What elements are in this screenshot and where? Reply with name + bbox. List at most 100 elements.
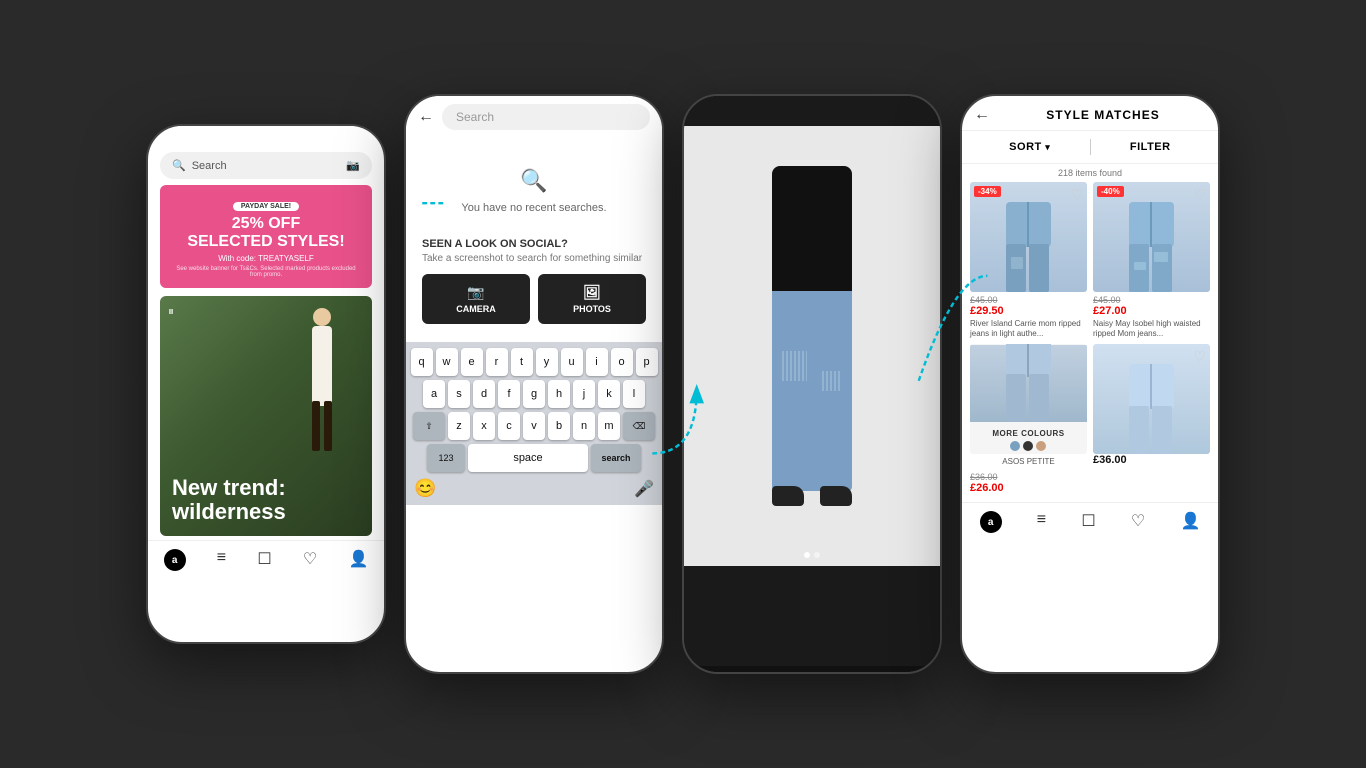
camera-button[interactable]: 📷 CAMERA — [422, 274, 530, 324]
figure-leg-left — [312, 401, 320, 451]
key-c[interactable]: c — [498, 412, 520, 440]
color-dot-blue[interactable] — [1010, 441, 1020, 451]
key-n[interactable]: n — [573, 412, 595, 440]
key-j[interactable]: j — [573, 380, 595, 408]
key-q[interactable]: q — [411, 348, 433, 376]
keyboard: q w e r t y u i o p a s d f g h j k l — [406, 342, 662, 505]
sort-button[interactable]: SORT ▾ — [974, 137, 1086, 157]
nav-wishlist-4[interactable]: ♡ — [1131, 511, 1145, 533]
product-1-wishlist[interactable]: ♡ — [1070, 186, 1083, 203]
keyboard-row-1: q w e r t y u i o p — [410, 348, 658, 376]
jeans-svg-2 — [1124, 202, 1179, 292]
keyboard-row-3: ⇧ z x c v b n m ⌫ — [410, 412, 658, 440]
promo-banner: PAYDAY SALE! 25% OFF SELECTED STYLES! Wi… — [160, 185, 372, 288]
model-jeans — [772, 291, 852, 491]
product-3-orig-price: £36.00 — [970, 472, 1087, 482]
nav-account-1[interactable]: 👤 — [348, 549, 368, 571]
search-label-1[interactable]: Search — [192, 160, 227, 172]
photo-indicator — [804, 552, 820, 558]
jeans-svg-4 — [1124, 364, 1179, 454]
camera-dark-bottom — [684, 566, 940, 666]
key-backspace[interactable]: ⌫ — [623, 412, 655, 440]
color-dot-tan[interactable] — [1036, 441, 1046, 451]
key-s[interactable]: s — [448, 380, 470, 408]
keyboard-row-4: 123 space search — [410, 444, 658, 472]
color-dot-black[interactable] — [1023, 441, 1033, 451]
key-r[interactable]: r — [486, 348, 508, 376]
key-o[interactable]: o — [611, 348, 633, 376]
key-u[interactable]: u — [561, 348, 583, 376]
product-4-wishlist[interactable]: ♡ — [1193, 348, 1206, 365]
photos-button[interactable]: 🖼 PHOTOS — [538, 274, 646, 324]
nav-bag-4[interactable]: ☐ — [1081, 511, 1095, 533]
promo-code: With code: TREATYASELF — [170, 254, 362, 263]
camera-icon-1[interactable]: 📷 — [346, 159, 360, 172]
photo-preview — [684, 126, 940, 566]
key-search[interactable]: search — [591, 444, 641, 472]
nav-bag-1[interactable]: ☐ — [257, 549, 271, 571]
key-v[interactable]: v — [523, 412, 545, 440]
key-g[interactable]: g — [523, 380, 545, 408]
discount-text: 25% OFF SELECTED STYLES! — [170, 215, 362, 250]
more-colors-label: MORE COLOURS — [992, 429, 1064, 438]
back-icon-2[interactable]: ← — [418, 108, 434, 126]
jeans-svg-1 — [1001, 202, 1056, 292]
key-shift[interactable]: ⇧ — [413, 412, 445, 440]
key-z[interactable]: z — [448, 412, 470, 440]
page-title-4: STYLE MATCHES — [1000, 108, 1206, 122]
sort-chevron: ▾ — [1045, 142, 1050, 152]
social-title: SEEN A LOOK ON SOCIAL? — [422, 238, 646, 250]
key-space[interactable]: space — [468, 444, 588, 472]
product-1-sale-price: £29.50 — [970, 305, 1087, 317]
nav-menu-4[interactable]: ≡ — [1037, 511, 1046, 533]
key-m[interactable]: m — [598, 412, 620, 440]
color-dots — [1010, 441, 1046, 451]
emoji-key[interactable]: 😊 — [414, 478, 436, 499]
key-y[interactable]: y — [536, 348, 558, 376]
product-3-brand: ASOS PETITE — [970, 454, 1087, 469]
nav-account-4[interactable]: 👤 — [1180, 511, 1200, 533]
model-shirt — [772, 166, 852, 296]
key-t[interactable]: t — [511, 348, 533, 376]
search-bar-1[interactable]: 🔍 Search 📷 — [160, 152, 372, 179]
filter-button[interactable]: FILTER — [1095, 137, 1207, 157]
key-x[interactable]: x — [473, 412, 495, 440]
nav-menu-1[interactable]: ≡ — [217, 549, 226, 571]
key-e[interactable]: e — [461, 348, 483, 376]
key-l[interactable]: l — [623, 380, 645, 408]
jeans-svg-3 — [1001, 344, 1056, 422]
key-k[interactable]: k — [598, 380, 620, 408]
product-2-wishlist[interactable]: ♡ — [1193, 186, 1206, 203]
key-h[interactable]: h — [548, 380, 570, 408]
mic-key[interactable]: 🎤 — [634, 479, 654, 499]
product-4-price: £36.00 — [1093, 454, 1210, 466]
product-1-name: River Island Carrie mom ripped jeans in … — [970, 319, 1087, 338]
key-p[interactable]: p — [636, 348, 658, 376]
key-f[interactable]: f — [498, 380, 520, 408]
key-a[interactable]: a — [423, 380, 445, 408]
search-input-2[interactable]: Search — [442, 104, 650, 130]
nav-home-1[interactable]: a — [164, 549, 186, 571]
key-123[interactable]: 123 — [427, 444, 465, 472]
search-icon-1: 🔍 — [172, 159, 186, 172]
nav-wishlist-1[interactable]: ♡ — [303, 549, 317, 571]
nav-home-4[interactable]: a — [980, 511, 1002, 533]
photos-icon-btn: 🖼 — [583, 284, 601, 301]
key-w[interactable]: w — [436, 348, 458, 376]
key-i[interactable]: i — [586, 348, 608, 376]
product-3-image: MORE COLOURS ♡ — [970, 344, 1087, 454]
back-icon-4[interactable]: ← — [974, 106, 990, 124]
search-icon-large: 🔍 — [426, 168, 642, 194]
hero-text: New trend:wilderness — [160, 464, 298, 536]
product-3-wishlist[interactable]: ♡ — [1070, 348, 1083, 365]
hero-image: ⏸ New trend:wilderness — [160, 296, 372, 536]
items-count: 218 items found — [962, 164, 1218, 182]
sort-filter-row: SORT ▾ FILTER — [962, 131, 1218, 164]
phone-4-results: ← STYLE MATCHES SORT ▾ FILTER 218 items … — [960, 94, 1220, 674]
no-recent-text: You have no recent searches. — [426, 202, 642, 214]
key-b[interactable]: b — [548, 412, 570, 440]
key-d[interactable]: d — [473, 380, 495, 408]
dot-1 — [804, 552, 810, 558]
pause-icon[interactable]: ⏸ — [168, 304, 174, 319]
promo-small-print: See website banner for Ts&Cs. Selected m… — [170, 266, 362, 278]
